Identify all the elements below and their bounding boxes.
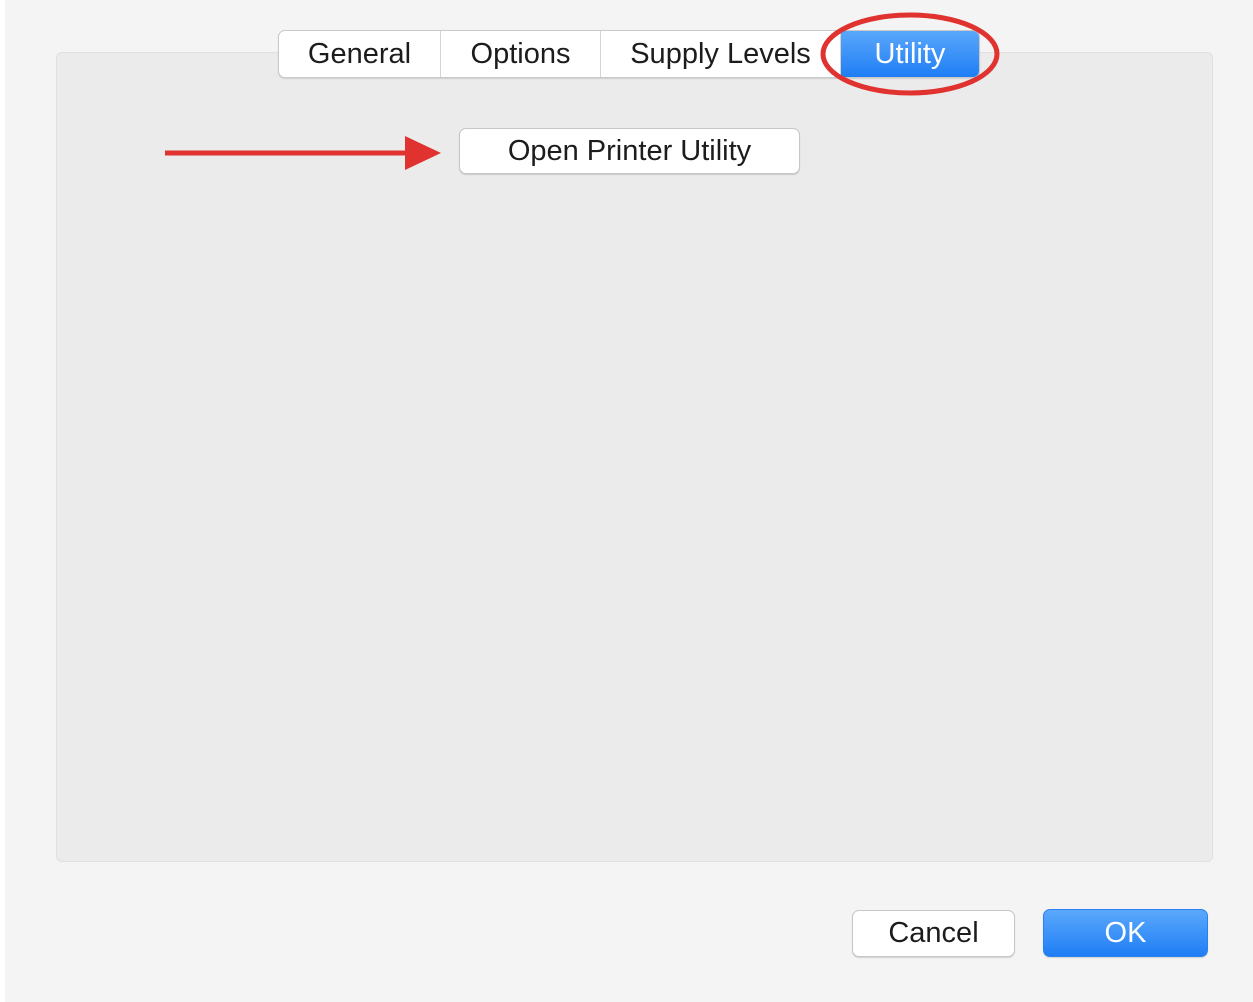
- tab-utility[interactable]: Utility: [841, 31, 979, 77]
- open-printer-utility-button[interactable]: Open Printer Utility: [459, 128, 800, 174]
- tab-bar: General Options Supply Levels Utility: [278, 30, 980, 78]
- tab-supply-levels[interactable]: Supply Levels: [601, 31, 841, 77]
- cancel-button[interactable]: Cancel: [852, 910, 1015, 957]
- tab-options[interactable]: Options: [441, 31, 601, 77]
- printer-settings-window: Open Printer Utility Cancel OK: [5, 0, 1253, 1002]
- tab-general[interactable]: General: [279, 31, 441, 77]
- ok-button[interactable]: OK: [1043, 909, 1208, 957]
